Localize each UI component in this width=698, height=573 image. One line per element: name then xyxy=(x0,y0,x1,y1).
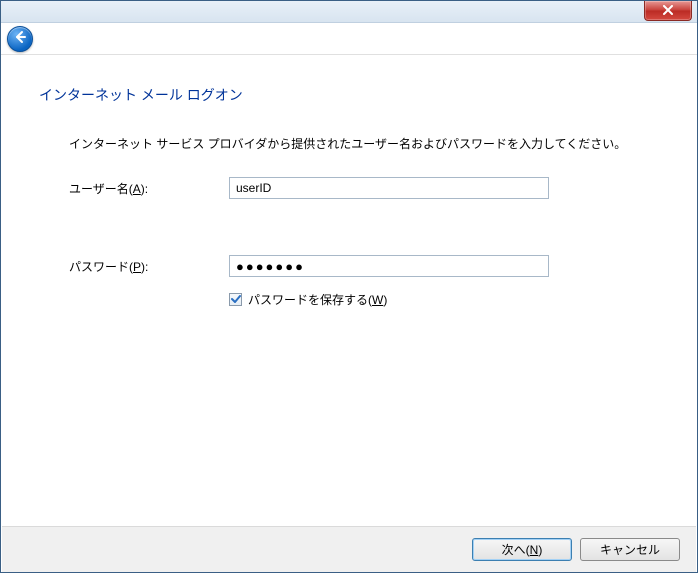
nav-row xyxy=(1,23,697,55)
access-key: P xyxy=(133,260,141,274)
footer: 次へ(N) キャンセル xyxy=(2,526,696,572)
wizard-window: インターネット メール ログオン インターネット サービス プロバイダから提供さ… xyxy=(0,0,698,573)
arrow-left-icon xyxy=(13,30,27,47)
label-text: ) xyxy=(383,293,387,307)
username-label: ユーザー名(A): xyxy=(69,180,229,197)
label-text: 次へ( xyxy=(502,543,530,557)
content-area: インターネット メール ログオン インターネット サービス プロバイダから提供さ… xyxy=(1,55,697,308)
instruction-text: インターネット サービス プロバイダから提供されたユーザー名およびパスワードを入… xyxy=(69,135,659,153)
access-key: A xyxy=(133,182,141,196)
titlebar xyxy=(1,1,697,23)
page-title: インターネット メール ログオン xyxy=(39,85,659,105)
close-icon xyxy=(662,4,674,18)
password-row: パスワード(P): xyxy=(69,255,659,277)
label-text: パスワードを保存する( xyxy=(248,293,372,307)
password-input[interactable] xyxy=(229,255,549,277)
close-button[interactable] xyxy=(644,1,692,21)
label-text: パスワード( xyxy=(69,260,133,274)
remember-checkbox[interactable] xyxy=(229,293,242,306)
username-row: ユーザー名(A): xyxy=(69,177,659,199)
password-label: パスワード(P): xyxy=(69,258,229,275)
label-text: ) xyxy=(538,543,542,557)
cancel-button[interactable]: キャンセル xyxy=(580,538,680,561)
next-button[interactable]: 次へ(N) xyxy=(472,538,572,561)
back-button[interactable] xyxy=(7,26,33,52)
remember-label: パスワードを保存する(W) xyxy=(248,291,387,308)
check-icon xyxy=(231,293,241,307)
label-text: ): xyxy=(141,182,148,196)
access-key: W xyxy=(372,293,383,307)
username-input[interactable] xyxy=(229,177,549,199)
label-text: ユーザー名( xyxy=(69,182,133,196)
label-text: ): xyxy=(141,260,148,274)
remember-row: パスワードを保存する(W) xyxy=(229,291,659,308)
